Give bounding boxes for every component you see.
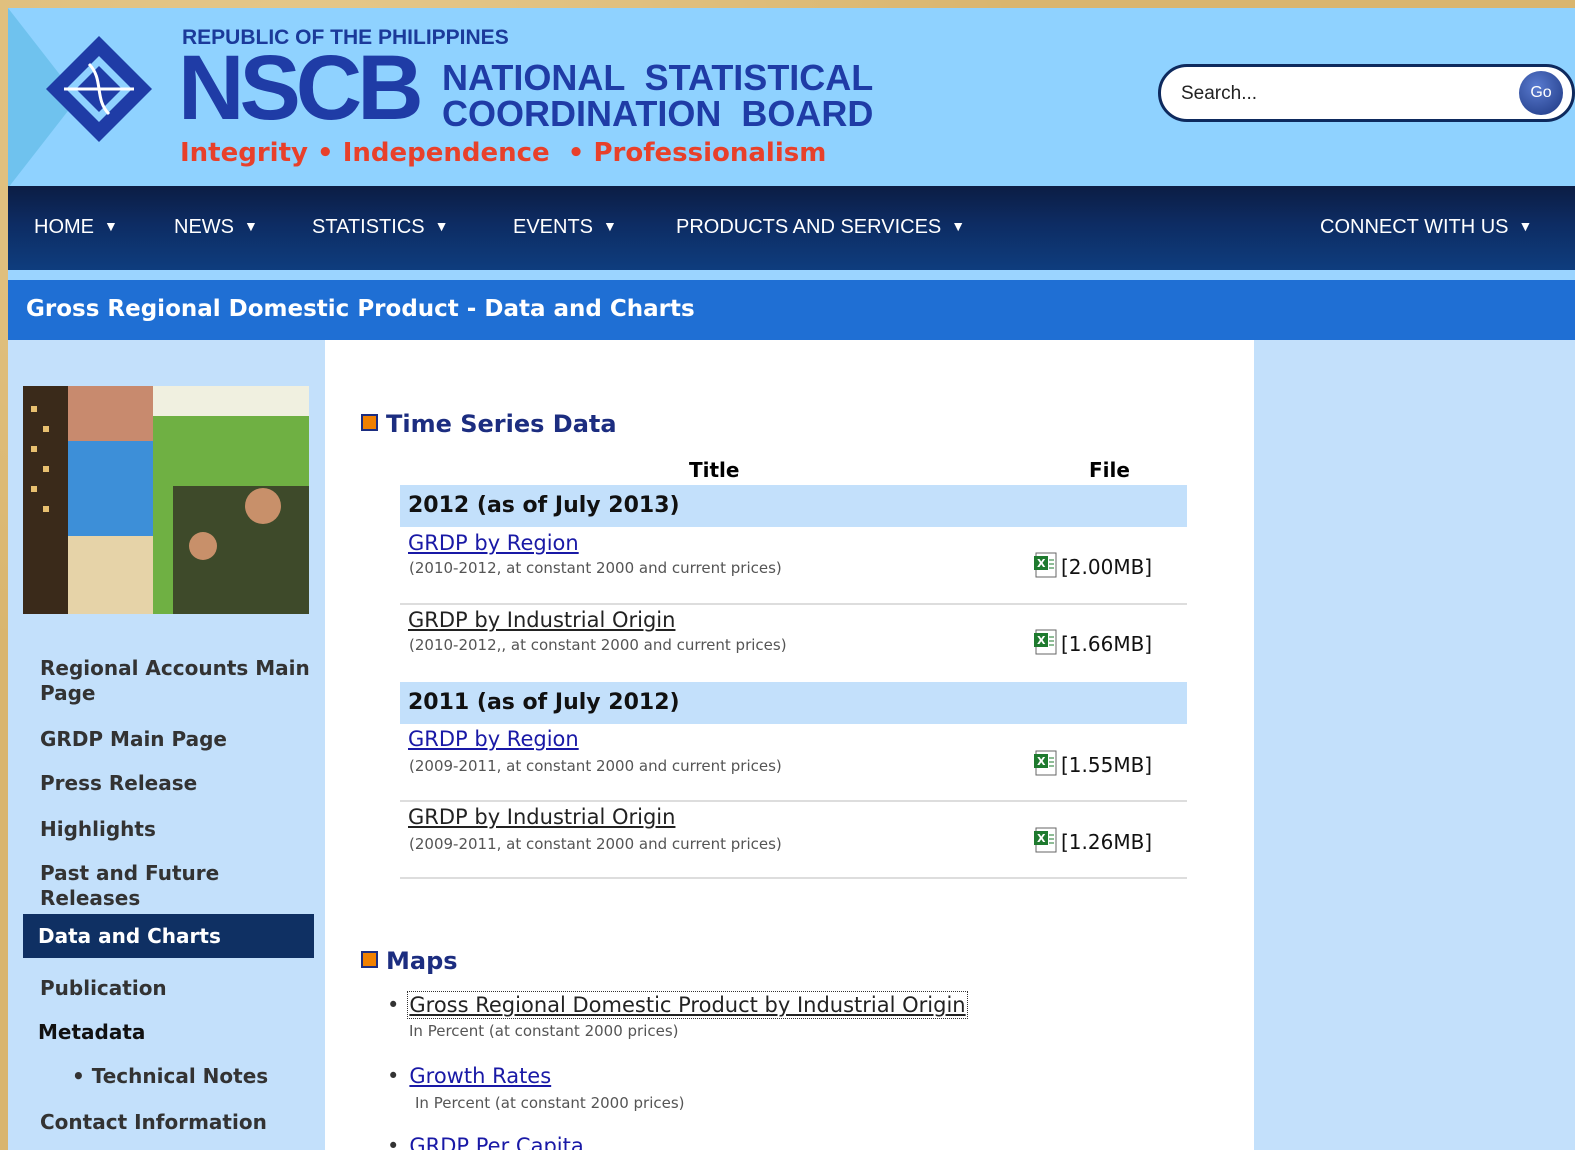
row-divider [400,877,1187,879]
main-nav: HOME ▼ NEWS ▼ STATISTICS ▼ EVENTS ▼ PRODUCTS… [8,186,1575,270]
sidebar-item-label: Data and Charts [38,924,221,948]
grdp-by-region-link[interactable]: GRDP by Region [408,727,579,751]
excel-file-icon: X [1034,827,1057,853]
nav-connect[interactable]: CONNECT WITH US ▼ [1320,216,1532,239]
file-download-link[interactable]: X [1.66MB] [1033,629,1152,656]
row-subtitle: (2010-2012,, at constant 2000 and curren… [409,636,787,654]
nav-connect-label: CONNECT WITH US [1320,216,1509,238]
year-group-row: 2011 (as of July 2012) [400,682,1187,724]
sidebar: Regional Accounts Main Page GRDP Main Pa… [8,340,325,1150]
go-button[interactable]: Go [1519,71,1563,115]
list-item: • GRDP Per Capita [387,1134,584,1150]
nav-events-label: EVENTS [513,216,594,238]
column-header-file: File [1089,458,1130,482]
row-divider [400,800,1187,802]
caret-down-icon: ▼ [104,218,118,234]
nav-statistics[interactable]: STATISTICS ▼ [312,216,448,239]
page-title: Gross Regional Domestic Product - Data a… [26,296,695,322]
nav-events[interactable]: EVENTS ▼ [513,216,617,239]
grdp-by-region-link[interactable]: GRDP by Region [408,531,579,555]
file-size: [1.55MB] [1061,753,1153,777]
sidebar-item-grdp-main[interactable]: GRDP Main Page [40,727,310,752]
bullet-square-icon [361,414,378,431]
file-size: [2.00MB] [1061,555,1153,579]
maps-heading-text: Maps [386,947,458,975]
nav-divider [8,270,1575,280]
map-subtitle: In Percent (at constant 2000 prices) [409,1022,679,1040]
site-header: REPUBLIC OF THE PHILIPPINES NSCB NATIONA… [8,8,1575,186]
caret-down-icon: ▼ [434,218,449,234]
list-item: • Gross Regional Domestic Product by Indu… [387,991,968,1019]
caret-down-icon: ▼ [244,218,258,234]
caret-down-icon: ▼ [1518,218,1533,234]
sidebar-item-metadata[interactable]: Metadata [38,1020,308,1045]
sidebar-collage-image [23,386,309,614]
file-size: [1.26MB] [1061,830,1153,854]
year-group-label: 2011 (as of July 2012) [408,690,680,715]
sidebar-item-contact[interactable]: Contact Information [40,1110,310,1135]
row-subtitle: (2009-2011, at constant 2000 and current… [409,835,782,853]
map-link-industrial-origin[interactable]: Gross Regional Domestic Product by Indus… [407,991,968,1019]
year-group-label: 2012 (as of July 2013) [408,493,680,518]
svg-text:X: X [1037,832,1046,845]
org-name-line2: COORDINATION BOARD [442,93,874,134]
nscb-acronym: NSCB [178,37,424,139]
org-name-line1: NATIONAL STATISTICAL [442,57,874,98]
map-link-growth-rates[interactable]: Growth Rates [409,1064,551,1088]
sidebar-item-data-charts[interactable]: Data and Charts [23,914,314,958]
time-series-heading: Time Series Data [361,410,617,438]
main-content: Time Series Data Title File 2012 (as of … [325,340,1254,1150]
year-group-row: 2012 (as of July 2013) [400,485,1187,527]
nav-home[interactable]: HOME ▼ [34,216,118,239]
sidebar-item-past-future[interactable]: Past and Future Releases [40,861,310,911]
file-download-link[interactable]: X [1.55MB] [1033,750,1152,777]
page-title-bar: Gross Regional Domestic Product - Data a… [8,280,1575,340]
nav-products-services[interactable]: PRODUCTS AND SERVICES ▼ [676,216,965,239]
sidebar-item-highlights[interactable]: Highlights [40,817,310,842]
svg-text:X: X [1037,634,1046,647]
page: REPUBLIC OF THE PHILIPPINES NSCB NATIONA… [8,8,1575,1150]
svg-text:X: X [1037,755,1046,768]
bullet-dot: • [387,993,400,1017]
file-download-link[interactable]: X [1.26MB] [1033,827,1152,854]
svg-text:X: X [1037,557,1046,570]
org-name: NATIONAL STATISTICAL COORDINATION BOARD [442,57,874,134]
nav-home-label: HOME [34,216,94,238]
nav-news-label: NEWS [174,216,234,238]
map-subtitle: In Percent (at constant 2000 prices) [415,1094,685,1112]
maps-heading: Maps [361,947,458,975]
file-size: [1.66MB] [1061,632,1153,656]
nav-news[interactable]: NEWS ▼ [174,216,258,239]
file-download-link[interactable]: X [2.00MB] [1033,552,1152,579]
search-input[interactable] [1179,75,1503,113]
sidebar-item-technical-notes[interactable]: • Technical Notes [72,1064,342,1089]
sidebar-item-publication[interactable]: Publication [40,976,310,1001]
nav-products-label: PRODUCTS AND SERVICES [676,216,942,238]
search-box: Go [1158,64,1575,122]
map-link-per-capita[interactable]: GRDP Per Capita [409,1134,583,1150]
row-subtitle: (2009-2011, at constant 2000 and current… [409,757,782,775]
excel-file-icon: X [1034,629,1057,655]
time-series-heading-text: Time Series Data [386,410,617,438]
sidebar-item-regional-accounts[interactable]: Regional Accounts Main Page [40,656,310,706]
nav-statistics-label: STATISTICS [312,216,425,238]
bullet-square-icon [361,951,378,968]
grdp-by-industrial-origin-link[interactable]: GRDP by Industrial Origin [408,608,675,632]
grdp-by-industrial-origin-link[interactable]: GRDP by Industrial Origin [408,805,675,829]
bullet-dot: • [387,1134,400,1150]
caret-down-icon: ▼ [951,218,966,234]
caret-down-icon: ▼ [603,218,617,234]
excel-file-icon: X [1034,750,1057,776]
sidebar-item-press-release[interactable]: Press Release [40,771,310,796]
nscb-logo-icon[interactable] [44,34,154,144]
bullet-dot: • [387,1064,400,1088]
tagline: Integrity • Independence • Professionali… [180,138,827,168]
excel-file-icon: X [1034,552,1057,578]
row-subtitle: (2010-2012, at constant 2000 and current… [409,559,782,577]
column-header-title: Title [689,458,740,482]
list-item: • Growth Rates [387,1064,551,1088]
row-divider [400,603,1187,605]
